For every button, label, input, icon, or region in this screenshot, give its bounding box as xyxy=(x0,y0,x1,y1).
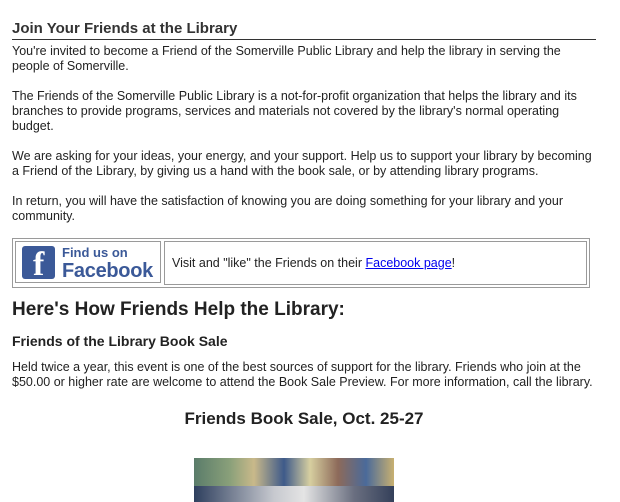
book-sale-heading: Friends of the Library Book Sale xyxy=(12,333,228,349)
facebook-message-suffix: ! xyxy=(451,255,456,270)
how-heading: Here's How Friends Help the Library: xyxy=(12,299,345,320)
book-sale-poster-image[interactable] xyxy=(194,458,394,502)
intro-paragraph: You're invited to become a Friend of the… xyxy=(12,44,561,73)
facebook-box: f Find us on Facebook Visit and "like" t… xyxy=(12,238,590,288)
facebook-message-prefix: Visit and "like" the Friends on their xyxy=(172,255,362,270)
facebook-message: Visit and "like" the Friends on their Fa… xyxy=(164,241,587,285)
facebook-icon-letter: f xyxy=(33,245,45,279)
content: Join Your Friends at the Library You're … xyxy=(12,0,596,429)
facebook-badge[interactable]: f Find us on Facebook xyxy=(15,241,161,283)
poster-band xyxy=(194,486,394,502)
about-paragraph: The Friends of the Somerville Public Lib… xyxy=(12,89,577,133)
facebook-badge-line2: Facebook xyxy=(62,260,153,282)
ask-paragraph: We are asking for your ideas, your energ… xyxy=(12,149,592,178)
book-sale-paragraph: Held twice a year, this event is one of … xyxy=(12,360,593,389)
facebook-icon: f xyxy=(22,245,55,279)
facebook-badge-text: Find us on Facebook xyxy=(62,244,153,282)
sale-title: Friends Book Sale, Oct. 25-27 xyxy=(184,409,424,428)
return-paragraph: In return, you will have the satisfactio… xyxy=(12,194,563,223)
facebook-page-link[interactable]: Facebook page xyxy=(365,256,451,271)
join-heading: Join Your Friends at the Library xyxy=(12,0,596,40)
